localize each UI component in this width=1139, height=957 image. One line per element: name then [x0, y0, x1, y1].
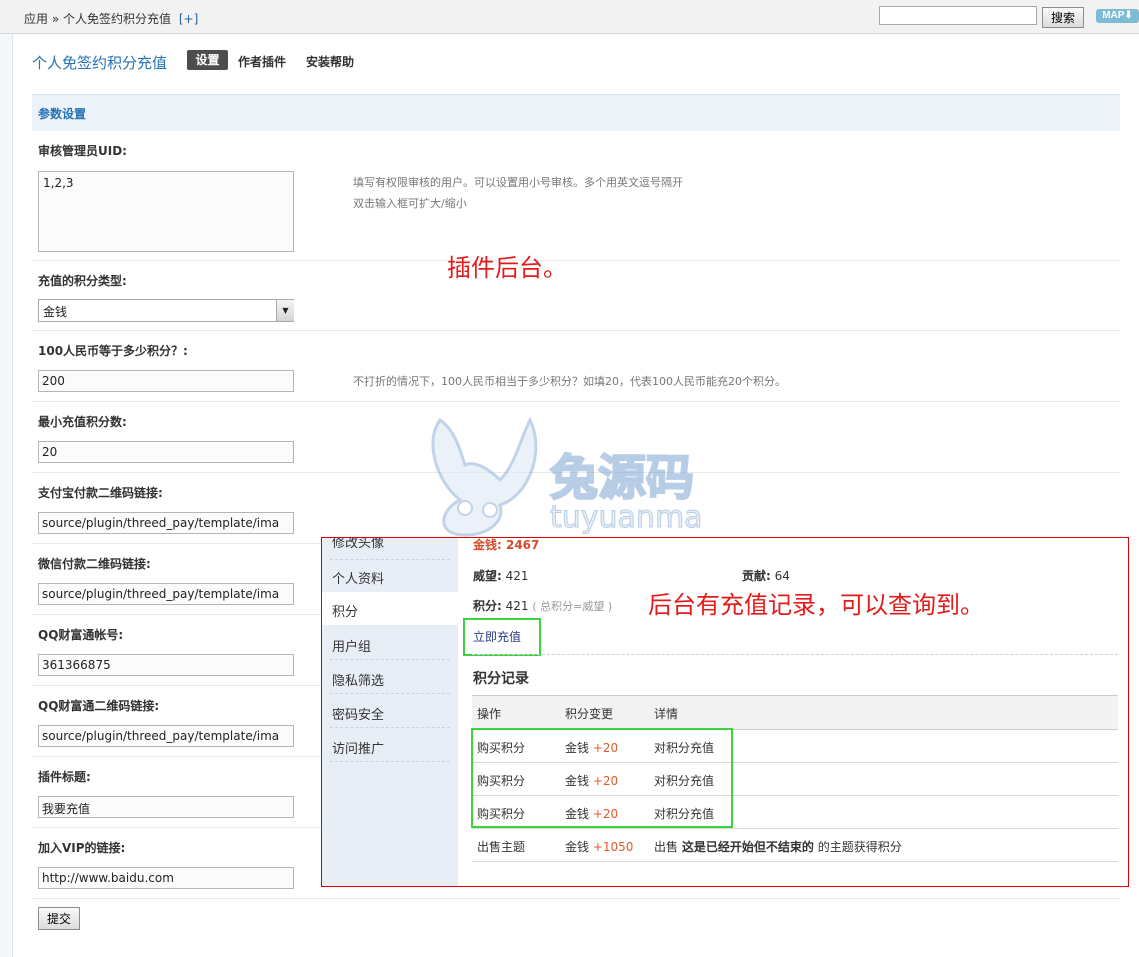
contribution: 贡献: 64	[742, 567, 790, 584]
min-credit-input[interactable]: 20	[38, 441, 294, 463]
map-label: MAP	[1102, 10, 1125, 21]
watermark-text-en: tuyuanma	[550, 500, 704, 536]
sidebar-item-promotion[interactable]: 访问推广	[332, 738, 384, 757]
row-divider	[472, 861, 1118, 862]
tab-author-plugins[interactable]: 作者插件	[238, 53, 286, 70]
row-separator	[32, 898, 1120, 899]
download-arrow-icon: ⬇	[1124, 10, 1133, 21]
prestige-label: 威望:	[473, 569, 502, 583]
credits-value: 421	[505, 599, 529, 613]
row-4-change: 金钱 +1050	[565, 838, 633, 855]
credit-records-title: 积分记录	[473, 671, 529, 687]
vip-link-input[interactable]: http://www.baidu.com	[38, 867, 294, 889]
column-credit-change: 积分变更	[565, 707, 614, 721]
row-4-thread-title[interactable]: 这是已经开始但不结束的	[682, 840, 814, 854]
qq-qr-input[interactable]: source/plugin/threed_pay/template/ima	[38, 725, 294, 747]
add-shortcut-link[interactable]: [+]	[179, 12, 198, 26]
credit-type-select[interactable]: 金钱	[38, 299, 294, 322]
sidebar-item-privacy[interactable]: 隐私筛选	[332, 670, 384, 689]
uid-textarea[interactable]: 1,2,3	[38, 171, 294, 252]
breadcrumb-separator: »	[51, 12, 60, 26]
uid-tip-line-1: 填写有权限审核的用户。可以设置用小号审核。多个用英文逗号隔开	[353, 176, 683, 189]
tab-settings[interactable]: 设置	[187, 50, 228, 70]
submit-button[interactable]: 提交	[38, 907, 80, 930]
row-4-detail-prefix: 出售	[654, 840, 679, 854]
row-4-delta: +1050	[592, 840, 634, 854]
sidebar-separator	[330, 761, 450, 763]
total-credits: 积分: 421 ( 总积分=威望 )	[473, 597, 612, 614]
left-menu-strip	[0, 34, 13, 957]
prestige: 威望: 421	[473, 567, 529, 584]
sidebar-item-profile[interactable]: 个人资料	[332, 568, 384, 587]
sidebar-separator	[330, 693, 450, 695]
rate-input[interactable]: 200	[38, 370, 294, 392]
qq-account-label: QQ财富通帐号:	[38, 628, 124, 642]
sidebar-separator	[330, 727, 450, 729]
sidebar-item-credits[interactable]: 积分	[332, 601, 358, 620]
map-button[interactable]: MAP⬇	[1096, 9, 1139, 23]
plugin-title: 个人免签约积分充值	[32, 54, 168, 72]
breadcrumb-current: 个人免签约积分充值	[63, 12, 172, 26]
contribution-value: 64	[774, 569, 790, 583]
credit-type-label: 充值的积分类型:	[38, 274, 127, 288]
breadcrumb: 应用 » 个人免签约积分充值 [+]	[24, 10, 198, 27]
row-divider	[472, 828, 1118, 829]
watermark-text-cn: 兔源码	[549, 449, 695, 507]
annotation-backend: 插件后台。	[447, 254, 567, 282]
contribution-label: 贡献:	[742, 569, 771, 583]
dashed-divider	[472, 654, 1118, 656]
row-separator	[32, 401, 1120, 402]
uid-tip: 填写有权限审核的用户。可以设置用小号审核。多个用英文逗号隔开 双击输入框可扩大/…	[353, 172, 683, 214]
annotation-records: 后台有充值记录，可以查询到。	[648, 591, 984, 619]
wechat-qr-label: 微信付款二维码链接:	[38, 557, 151, 571]
search-input[interactable]	[879, 6, 1037, 25]
alipay-qr-input[interactable]: source/plugin/threed_pay/template/ima	[38, 512, 294, 534]
credits-note: ( 总积分=威望 )	[532, 600, 613, 613]
row-separator	[32, 260, 1120, 261]
row-4-operation: 出售主题	[477, 840, 526, 854]
sidebar-item-password[interactable]: 密码安全	[332, 704, 384, 723]
breadcrumb-root[interactable]: 应用	[24, 12, 48, 26]
plugin-title-input[interactable]: 我要充值	[38, 796, 294, 818]
sidebar-item-usergroup[interactable]: 用户组	[332, 636, 371, 655]
sidebar-separator	[330, 659, 450, 661]
rate-tip: 不打折的情况下，100人民币相当于多少积分？如填20，代表100人民币能充20个…	[353, 375, 786, 388]
dropdown-arrow-icon[interactable]: ▼	[276, 300, 294, 321]
credits-label: 积分:	[473, 599, 502, 613]
row-4-type: 金钱	[565, 840, 590, 854]
tab-install-help[interactable]: 安装帮助	[306, 53, 354, 70]
highlight-purchase-rows	[471, 728, 733, 828]
qq-account-input[interactable]: 361366875	[38, 654, 294, 676]
sidebar-item-avatar[interactable]: 修改头像	[332, 538, 384, 551]
qq-qr-label: QQ财富通二维码链接:	[38, 699, 160, 713]
section-header	[32, 94, 1120, 131]
row-separator	[32, 330, 1120, 331]
alipay-qr-label: 支付宝付款二维码链接:	[38, 486, 163, 500]
watermark-logo: 兔源码 tuyuanma	[420, 410, 720, 540]
search-button[interactable]: 搜索	[1042, 7, 1084, 28]
sidebar-separator	[330, 559, 450, 561]
prestige-value: 421	[505, 569, 529, 583]
min-credit-label: 最小充值积分数:	[38, 415, 127, 429]
vip-link-label: 加入VIP的链接:	[38, 841, 126, 855]
row-4-detail-suffix: 的主题获得积分	[817, 840, 902, 854]
uid-label: 审核管理员UID:	[38, 144, 127, 158]
wechat-qr-input[interactable]: source/plugin/threed_pay/template/ima	[38, 583, 294, 605]
column-detail: 详情	[654, 707, 679, 721]
row-4-detail: 出售 这是已经开始但不结束的 的主题获得积分	[654, 838, 902, 855]
column-operation: 操作	[477, 707, 502, 721]
highlight-recharge	[463, 618, 541, 656]
uid-tip-line-2: 双击输入框可扩大/缩小	[353, 197, 467, 210]
section-title: 参数设置	[38, 107, 87, 121]
rate-label: 100人民币等于多少积分？:	[38, 344, 188, 358]
plugin-title-label: 插件标题:	[38, 770, 91, 784]
